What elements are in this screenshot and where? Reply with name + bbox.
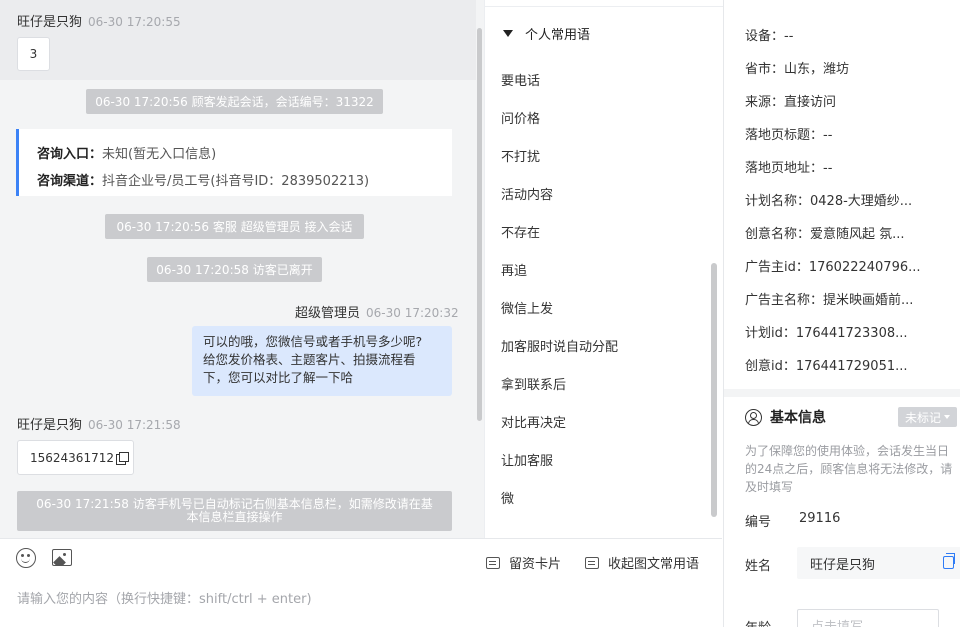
system-message: 06-30 17:20:56 客服 超级管理员 接入会话 xyxy=(105,214,364,239)
customer-message-block: 旺仔是只狗 06-30 17:20:55 3 xyxy=(0,0,476,80)
emoji-icon[interactable] xyxy=(16,548,36,568)
phrase-item[interactable]: 对比再决定 xyxy=(501,412,566,431)
caret-down-icon xyxy=(503,30,513,37)
system-message: 06-30 17:20:56 顾客发起会话，会话编号：31322 xyxy=(86,89,383,114)
phrase-item[interactable]: 微信上发 xyxy=(501,298,553,317)
agent-message-bubble: 可以的哦，您微信号或者手机号多少呢? 给您发价格表、主题客片、拍摄流程看 下，您… xyxy=(192,326,452,396)
entry-label: 咨询入口： xyxy=(37,147,103,162)
system-message: 06-30 17:21:58 访客手机号已自动标记右侧基本信息栏，如需修改请在基… xyxy=(17,491,452,531)
message-input[interactable]: 请输入您的内容（换行快捷键：shift/ctrl + enter) xyxy=(17,588,312,607)
basic-info-title: 基本信息 xyxy=(770,410,826,426)
message-time: 06-30 17:20:32 xyxy=(366,306,459,320)
tag-select-value: 未标记 xyxy=(904,410,941,425)
phone-number: 15624361712 xyxy=(30,450,114,465)
phrase-item[interactable]: 让加客服 xyxy=(501,450,553,469)
phrase-item[interactable]: 拿到联系后 xyxy=(501,374,566,393)
info-row-landing-url: 落地页地址：-- xyxy=(745,161,833,176)
message-line: 给您发价格表、主题客片、拍摄流程看 xyxy=(203,352,416,367)
info-row-landing-title: 落地页标题：-- xyxy=(745,128,833,143)
copy-icon[interactable] xyxy=(115,452,129,465)
info-row-advertiser-id: 广告主id：176022240796... xyxy=(745,260,921,275)
edit-notice: 为了保障您的使用体验，会话发生当日的24点之后，顾客信息将无法修改，请及时填写 xyxy=(745,444,953,494)
image-icon[interactable] xyxy=(52,549,72,566)
copy-icon[interactable] xyxy=(943,553,955,569)
phrase-item[interactable]: 再追 xyxy=(501,260,527,279)
name-field[interactable]: 旺仔是只狗 xyxy=(797,547,960,579)
tag-select[interactable]: 未标记 xyxy=(898,407,957,427)
name-label: 姓名 xyxy=(745,559,772,574)
age-label: 年龄 xyxy=(745,617,771,627)
info-row-region: 省市：山东，潍坊 xyxy=(745,62,850,77)
info-row-creative-id: 创意id：176441729051... xyxy=(745,359,908,374)
phrase-item[interactable]: 不存在 xyxy=(501,222,540,241)
name-value: 旺仔是只狗 xyxy=(810,557,876,573)
caret-down-icon xyxy=(944,415,950,419)
message-line: 可以的哦，您微信号或者手机号多少呢? xyxy=(203,334,423,349)
phrases-scrollbar[interactable] xyxy=(711,263,717,517)
channel-value: 抖音企业号/员工号(抖音号ID：2839502213) xyxy=(102,174,370,189)
collapse-phrases-label: 收起图文常用语 xyxy=(608,557,700,572)
phrase-group-title: 个人常用语 xyxy=(525,28,591,43)
message-bubble: 3 xyxy=(17,37,50,71)
section-divider xyxy=(724,389,960,397)
sender-name: 旺仔是只狗 xyxy=(17,418,83,433)
info-row-device: 设备：-- xyxy=(745,29,794,44)
phone-message-bubble: 15624361712 xyxy=(17,440,134,475)
info-row-advertiser-name: 广告主名称：提米映画婚前... xyxy=(745,293,914,308)
system-message-line: 本信息栏直接操作 xyxy=(186,510,283,524)
basic-info-header: 基本信息 xyxy=(745,407,826,427)
message-time: 06-30 17:20:55 xyxy=(88,15,181,29)
phrase-item[interactable]: 活动内容 xyxy=(501,184,553,203)
message-sender: 超级管理员 06-30 17:20:32 xyxy=(295,302,459,321)
customer-info-panel: 设备：-- 省市：山东，潍坊 来源：直接访问 落地页标题：-- 落地页地址：--… xyxy=(723,0,960,627)
chat-history[interactable]: 旺仔是只狗 06-30 17:20:55 3 06-30 17:20:56 顾客发… xyxy=(0,0,484,538)
entry-value: 未知(暂无入口信息) xyxy=(102,147,217,162)
phrase-item[interactable]: 问价格 xyxy=(501,108,540,127)
common-phrases-panel: 个人常用语 要电话 问价格 不打扰 活动内容 不存在 再追 微信上发 加客服时说… xyxy=(484,0,723,538)
lead-card-label: 留资卡片 xyxy=(509,557,562,572)
app-root: 旺仔是只狗 06-30 17:20:55 3 06-30 17:20:56 顾客发… xyxy=(0,0,960,627)
id-value: 29116 xyxy=(799,511,841,526)
card-icon xyxy=(486,556,500,569)
card-icon xyxy=(585,556,599,569)
phrase-item[interactable]: 加客服时说自动分配 xyxy=(501,336,618,355)
message-line: 下，您可以对比了解一下哈 xyxy=(203,370,354,385)
message-sender: 旺仔是只狗 06-30 17:21:58 xyxy=(17,414,181,433)
info-row-plan-name: 计划名称：0428-大理婚纱... xyxy=(745,194,913,209)
message-sender: 旺仔是只狗 06-30 17:20:55 xyxy=(17,11,181,30)
user-icon xyxy=(745,408,762,426)
chat-scrollbar[interactable] xyxy=(477,28,482,421)
age-field[interactable]: 点击填写 xyxy=(797,609,939,627)
sender-name: 旺仔是只狗 xyxy=(17,15,83,30)
divider xyxy=(485,6,723,7)
system-message: 06-30 17:20:58 访客已离开 xyxy=(147,257,322,282)
id-label: 编号 xyxy=(745,515,772,530)
sender-name: 超级管理员 xyxy=(295,306,361,321)
phrase-item[interactable]: 要电话 xyxy=(501,70,540,89)
info-row-plan-id: 计划id：176441723308... xyxy=(745,326,908,341)
message-input-area: 留资卡片 收起图文常用语 请输入您的内容（换行快捷键：shift/ctrl + … xyxy=(0,538,722,627)
phrase-item[interactable]: 不打扰 xyxy=(501,146,540,165)
lead-card-button[interactable]: 留资卡片 xyxy=(486,553,561,572)
channel-label: 咨询渠道： xyxy=(37,174,103,189)
message-time: 06-30 17:21:58 xyxy=(88,418,181,432)
collapse-phrases-button[interactable]: 收起图文常用语 xyxy=(585,553,699,572)
phrase-group-toggle[interactable]: 个人常用语 xyxy=(503,24,590,43)
info-row-source: 来源：直接访问 xyxy=(745,95,837,110)
phrase-item[interactable]: 微 xyxy=(501,488,514,507)
info-row-creative-name: 创意名称：爱意随风起 氛... xyxy=(745,227,905,242)
consult-info-card: 咨询入口：未知(暂无入口信息) 咨询渠道：抖音企业号/员工号(抖音号ID：283… xyxy=(16,129,452,196)
